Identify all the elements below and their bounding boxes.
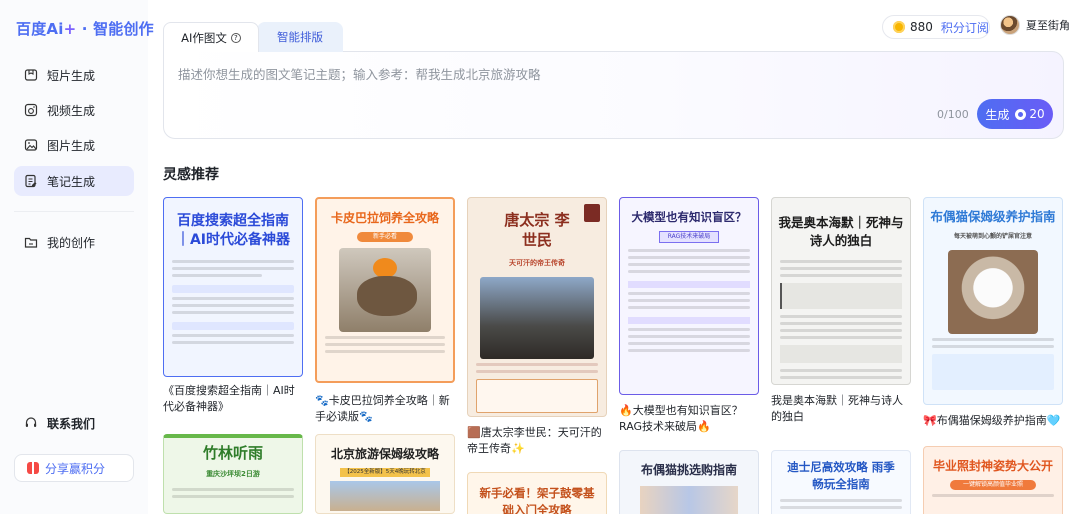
thumb-badge: 新手必看: [357, 232, 413, 242]
contact-us-link[interactable]: 联系我们: [14, 408, 134, 438]
thumb-title: 迪士尼高效攻略 雨季畅玩全指南: [787, 460, 895, 491]
help-icon[interactable]: ?: [230, 32, 241, 43]
generate-button[interactable]: 生成 20: [977, 99, 1053, 129]
generate-cost-value: 20: [1029, 107, 1045, 121]
card-thumbnail[interactable]: 北京旅游保姆级攻略 【2025全新版】5天4晚玩转北京: [315, 434, 455, 514]
card-thumbnail[interactable]: 新手必看！架子鼓零基础入门全攻略: [467, 472, 607, 514]
brand-name: 百度: [16, 20, 47, 38]
emperor-photo: [480, 277, 594, 359]
card-caption[interactable]: 《百度搜索超全指南｜AI时代必备神器》: [163, 383, 305, 415]
brand-logo[interactable]: 百度Ai+ · 智能创作: [16, 18, 154, 39]
sidebar-divider: [14, 211, 134, 212]
sidebar-item-label: 图片生成: [47, 138, 96, 153]
credit-icon: [1015, 108, 1027, 120]
username: 夏至街角: [1026, 19, 1070, 32]
card-caption[interactable]: 🟫唐太宗李世民：天可汗的帝王传奇✨: [467, 425, 609, 457]
prompt-panel: 描述你想生成的图文笔记主题；输入参考：帮我生成北京旅游攻略 0/100 生成 2…: [163, 51, 1064, 139]
card-caption[interactable]: 🐾卡皮巴拉饲养全攻略｜新手必读版🐾: [315, 393, 457, 425]
card-thumbnail[interactable]: 竹林听雨 重庆沙坪坝2日游: [163, 434, 303, 514]
points-badge[interactable]: 880 积分订阅: [882, 15, 990, 39]
brand-product: · 智能创作: [76, 20, 154, 38]
thumb-badge: RAG技术来破局: [659, 231, 719, 243]
card-thumbnail[interactable]: 我是奥本海默｜死神与诗人的独白: [771, 197, 911, 385]
video-icon: [24, 103, 38, 117]
thumb-title: 百度搜索超全指南｜AI时代必备神器: [175, 213, 291, 248]
sidebar-item-label: 笔记生成: [47, 174, 96, 189]
folder-icon: [24, 235, 38, 249]
share-label: 分享赢积分: [45, 461, 106, 476]
points-value: 880: [910, 20, 933, 34]
tab-label: 智能排版: [277, 30, 323, 44]
sidebar-item-note[interactable]: 笔记生成: [14, 166, 134, 196]
note-icon: [24, 174, 38, 188]
thumb-title: 新手必看！架子鼓零基础入门全攻略: [479, 486, 595, 514]
seal-stamp: [584, 204, 600, 222]
tab-label: AI作图文: [181, 30, 227, 45]
coin-icon: [893, 21, 905, 33]
gift-icon: [27, 462, 39, 474]
sidebar-item-label: 短片生成: [47, 68, 96, 83]
brand-plus: +: [63, 20, 77, 38]
thumb-title: 毕业照封神姿势大公开: [932, 459, 1053, 473]
share-earn-points-button[interactable]: 分享赢积分: [14, 454, 134, 482]
sidebar-item-label: 我的创作: [47, 235, 96, 250]
card-thumbnail[interactable]: 大模型也有知识盲区？ RAG技术来破局: [619, 197, 759, 395]
capybara-photo: [339, 248, 431, 332]
thumb-title: 我是奥本海默｜死神与诗人的独白: [778, 215, 904, 248]
prompt-input[interactable]: 描述你想生成的图文笔记主题；输入参考：帮我生成北京旅游攻略: [178, 64, 541, 83]
thumb-badge: 【2025全新版】5天4晚玩转北京: [340, 468, 430, 477]
thumb-title: 布偶猫挑选购指南: [640, 463, 737, 477]
thumb-subtitle: 每天被萌到心颤的铲屎官注意: [953, 233, 1032, 240]
card-thumbnail[interactable]: 布偶猫保姆级养护指南 每天被萌到心颤的铲屎官注意: [923, 197, 1063, 405]
sidebar: 百度Ai+ · 智能创作 短片生成 视频生成 图片生成 笔记生成 我的创作 联系…: [0, 0, 154, 514]
generate-label: 生成: [985, 107, 1010, 122]
sidebar-item-label: 视频生成: [47, 103, 96, 118]
card-caption[interactable]: 🔥大模型也有知识盲区？RAG技术来破局🔥: [619, 403, 761, 435]
card-thumbnail[interactable]: 迪士尼高效攻略 雨季畅玩全指南: [771, 450, 911, 514]
thumb-subtitle: 重庆沙坪坝2日游: [206, 470, 260, 478]
points-subscribe-link[interactable]: 积分订阅: [941, 19, 989, 36]
sidebar-item-my-works[interactable]: 我的创作: [14, 227, 134, 257]
avatar[interactable]: [1000, 15, 1020, 35]
tab-smart-layout[interactable]: 智能排版: [257, 22, 343, 52]
card-thumbnail[interactable]: 布偶猫挑选购指南: [619, 450, 759, 514]
generate-cost: 20: [1015, 107, 1045, 121]
film-icon: [24, 68, 38, 82]
sidebar-item-video[interactable]: 视频生成: [14, 95, 134, 125]
tab-ai-image-text[interactable]: AI作图文 ?: [163, 22, 259, 52]
thumb-subtitle: 天可汗的帝王传奇: [509, 259, 565, 267]
card-thumbnail[interactable]: 唐太宗 李世民 天可汗的帝王传奇: [467, 197, 607, 417]
card-caption[interactable]: 🎀布偶猫保姆级养护指南🩵: [923, 413, 1065, 429]
ragdoll-photo: [948, 250, 1038, 334]
sidebar-item-image[interactable]: 图片生成: [14, 130, 134, 160]
card-thumbnail[interactable]: 百度搜索超全指南｜AI时代必备神器: [163, 197, 303, 377]
user-menu[interactable]: 夏至街角: [1000, 15, 1070, 35]
contact-label: 联系我们: [47, 416, 96, 431]
card-thumbnail[interactable]: 卡皮巴拉饲养全攻略 新手必看: [315, 197, 455, 383]
cats-photo: [640, 486, 738, 514]
card-thumbnail[interactable]: 毕业照封神姿势大公开 一键解锁高颜值毕业照: [923, 446, 1063, 514]
image-icon: [24, 138, 38, 152]
headset-icon: [24, 416, 38, 430]
thumb-title: 卡皮巴拉饲养全攻略: [330, 211, 439, 225]
sidebar-item-short-film[interactable]: 短片生成: [14, 60, 134, 90]
char-counter: 0/100: [937, 108, 969, 121]
brand-ai: Ai: [46, 20, 64, 38]
inspiration-title: 灵感推荐: [163, 167, 219, 183]
thumb-title: 北京旅游保姆级攻略: [330, 447, 439, 461]
thumb-badge: 一键解锁高颜值毕业照: [950, 480, 1036, 490]
thumb-title: 竹林听雨: [202, 444, 263, 462]
thumb-title: 布偶猫保姆级养护指南: [930, 209, 1056, 224]
beijing-photo: [330, 481, 440, 511]
thumb-title: 大模型也有知识盲区？: [631, 210, 747, 224]
card-caption[interactable]: 我是奥本海默｜死神与诗人的独白: [771, 393, 913, 425]
